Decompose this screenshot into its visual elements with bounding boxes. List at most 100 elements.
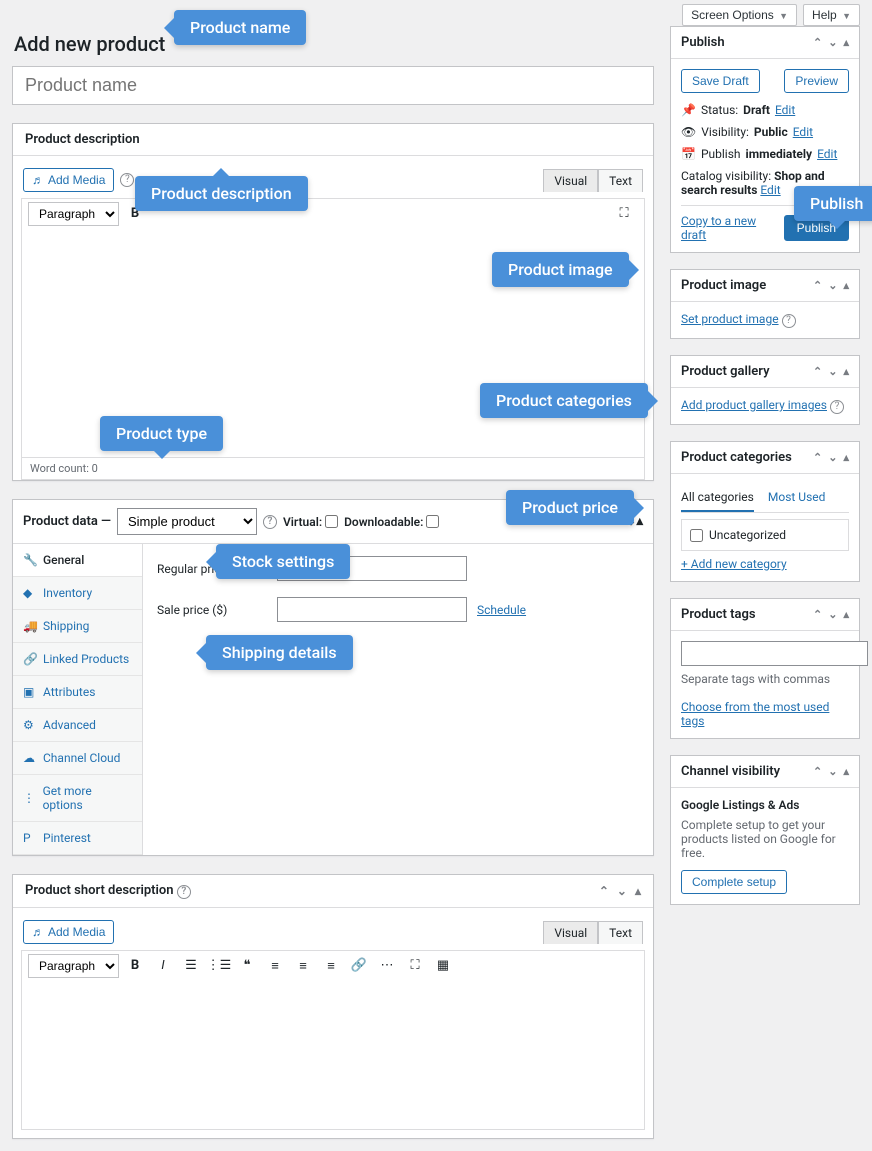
virtual-checkbox[interactable]: [325, 515, 338, 528]
text-tab[interactable]: Text: [598, 169, 643, 192]
toolbar-toggle-icon[interactable]: ▦: [431, 954, 455, 978]
tab-linked-products[interactable]: 🔗Linked Products: [13, 643, 142, 676]
chevron-up-icon[interactable]: ⌃: [813, 608, 822, 621]
chevron-down-icon[interactable]: ⌄: [828, 36, 837, 49]
quote-icon[interactable]: ❝: [235, 954, 259, 978]
uncategorized-checkbox[interactable]: [690, 529, 703, 542]
tab-attributes[interactable]: ▣Attributes: [13, 676, 142, 709]
virtual-label: Virtual:: [283, 515, 338, 529]
add-gallery-images-link[interactable]: Add product gallery images: [681, 398, 827, 412]
short-description-editor[interactable]: [21, 980, 645, 1130]
move-up-icon[interactable]: ▴: [843, 608, 849, 621]
word-count: Word count: 0: [21, 458, 645, 480]
screen-options-button[interactable]: Screen Options ▼: [682, 4, 797, 26]
chevron-up-icon[interactable]: ⌃: [599, 884, 609, 898]
save-draft-button[interactable]: Save Draft: [681, 69, 760, 93]
tab-channel-cloud[interactable]: ☁Channel Cloud: [13, 742, 142, 775]
tab-advanced[interactable]: ⚙Advanced: [13, 709, 142, 742]
chevron-up-icon[interactable]: ⌃: [813, 765, 822, 778]
help-icon[interactable]: ?: [263, 515, 277, 529]
format-select-short[interactable]: Paragraph: [28, 954, 119, 978]
chevron-down-icon[interactable]: ⌄: [617, 884, 627, 898]
callout-product-categories: Product categories: [480, 383, 648, 418]
chevron-up-icon[interactable]: ⌃: [813, 451, 822, 464]
chevron-up-icon[interactable]: ⌃: [813, 36, 822, 49]
italic-icon[interactable]: I: [151, 954, 175, 978]
bullet-list-icon[interactable]: ☰: [179, 954, 203, 978]
gear-icon: ⚙: [23, 718, 37, 732]
schedule-link[interactable]: Schedule: [477, 603, 526, 617]
tab-more-options[interactable]: ⋮Get more options: [13, 775, 142, 822]
number-list-icon[interactable]: ⋮☰: [207, 954, 231, 978]
chevron-up-icon[interactable]: ⌃: [813, 365, 822, 378]
chevron-down-icon[interactable]: ⌄: [828, 765, 837, 778]
preview-button[interactable]: Preview: [784, 69, 849, 93]
channel-visibility-title: Channel visibility: [681, 764, 780, 779]
move-up-icon[interactable]: ▴: [843, 36, 849, 49]
edit-catalog-vis-link[interactable]: Edit: [760, 183, 780, 197]
truck-icon: 🚚: [23, 619, 37, 633]
media-icon: ♬: [32, 925, 44, 939]
wrench-icon: 🔧: [23, 553, 37, 567]
downloadable-checkbox[interactable]: [426, 515, 439, 528]
move-up-icon[interactable]: ▴: [843, 451, 849, 464]
product-type-select[interactable]: Simple product: [117, 508, 257, 535]
edit-publish-link[interactable]: Edit: [817, 147, 837, 161]
short-editor-toolbar: Paragraph B I ☰ ⋮☰ ❝ ≡ ≡ ≡ 🔗 ⋯ ⛶ ▦: [21, 950, 645, 980]
chevron-down-icon[interactable]: ⌄: [828, 279, 837, 292]
more-icon[interactable]: ⋯: [375, 954, 399, 978]
chevron-up-icon[interactable]: ⌃: [813, 279, 822, 292]
add-new-category-link[interactable]: + Add new category: [681, 557, 787, 571]
fullscreen-icon[interactable]: ⛶: [403, 954, 427, 978]
link-icon[interactable]: 🔗: [347, 954, 371, 978]
add-media-button-short[interactable]: ♬ Add Media: [23, 920, 114, 944]
tab-pinterest[interactable]: PPinterest: [13, 822, 142, 855]
chevron-down-icon[interactable]: ⌄: [828, 451, 837, 464]
move-up-icon[interactable]: ▴: [843, 365, 849, 378]
fullscreen-icon[interactable]: ⛶: [612, 202, 636, 226]
choose-tags-link[interactable]: Choose from the most used tags: [681, 700, 829, 728]
sale-price-input[interactable]: [277, 597, 467, 622]
set-product-image-link[interactable]: Set product image: [681, 312, 779, 326]
edit-status-link[interactable]: Edit: [775, 103, 795, 117]
visual-tab[interactable]: Visual: [543, 169, 598, 192]
chevron-down-icon[interactable]: ⌄: [828, 365, 837, 378]
category-uncategorized[interactable]: Uncategorized: [690, 528, 840, 542]
bold-icon[interactable]: B: [123, 954, 147, 978]
align-right-icon[interactable]: ≡: [319, 954, 343, 978]
help-icon[interactable]: ?: [782, 314, 796, 328]
inventory-icon: ◆: [23, 586, 37, 600]
add-media-button[interactable]: ♬ Add Media: [23, 168, 114, 192]
sale-price-label: Sale price ($): [157, 603, 267, 617]
visual-tab-short[interactable]: Visual: [543, 921, 598, 944]
align-center-icon[interactable]: ≡: [291, 954, 315, 978]
move-up-icon[interactable]: ▴: [843, 279, 849, 292]
edit-visibility-link[interactable]: Edit: [793, 125, 813, 139]
complete-setup-button[interactable]: Complete setup: [681, 870, 787, 894]
help-icon[interactable]: ?: [830, 400, 844, 414]
product-image-box: Product image ⌃⌄▴ Set product image ?: [670, 269, 860, 339]
align-left-icon[interactable]: ≡: [263, 954, 287, 978]
copy-to-draft-link[interactable]: Copy to a new draft: [681, 214, 784, 242]
help-icon[interactable]: ?: [177, 885, 191, 899]
help-icon[interactable]: ?: [120, 173, 134, 187]
pinterest-icon: P: [23, 831, 37, 845]
help-button[interactable]: Help ▼: [803, 4, 860, 26]
tab-shipping[interactable]: 🚚Shipping: [13, 610, 142, 643]
text-tab-short[interactable]: Text: [598, 921, 643, 944]
move-up-icon[interactable]: ▴: [635, 884, 641, 898]
product-name-input[interactable]: [12, 66, 654, 105]
product-tags-box: Product tags ⌃⌄▴ Add Separate tags with …: [670, 598, 860, 739]
move-up-icon[interactable]: ▴: [843, 765, 849, 778]
format-select[interactable]: Paragraph: [28, 202, 119, 226]
tab-inventory[interactable]: ◆Inventory: [13, 577, 142, 610]
tab-general[interactable]: 🔧General: [13, 544, 142, 577]
callout-shipping-details: Shipping details: [206, 635, 353, 670]
tag-input[interactable]: [681, 641, 868, 666]
media-icon: ♬: [32, 173, 44, 187]
chevron-down-icon[interactable]: ⌄: [828, 608, 837, 621]
most-used-tab[interactable]: Most Used: [768, 484, 826, 512]
all-categories-tab[interactable]: All categories: [681, 484, 754, 512]
list-icon: ▣: [23, 685, 37, 699]
gla-heading: Google Listings & Ads: [681, 798, 849, 812]
